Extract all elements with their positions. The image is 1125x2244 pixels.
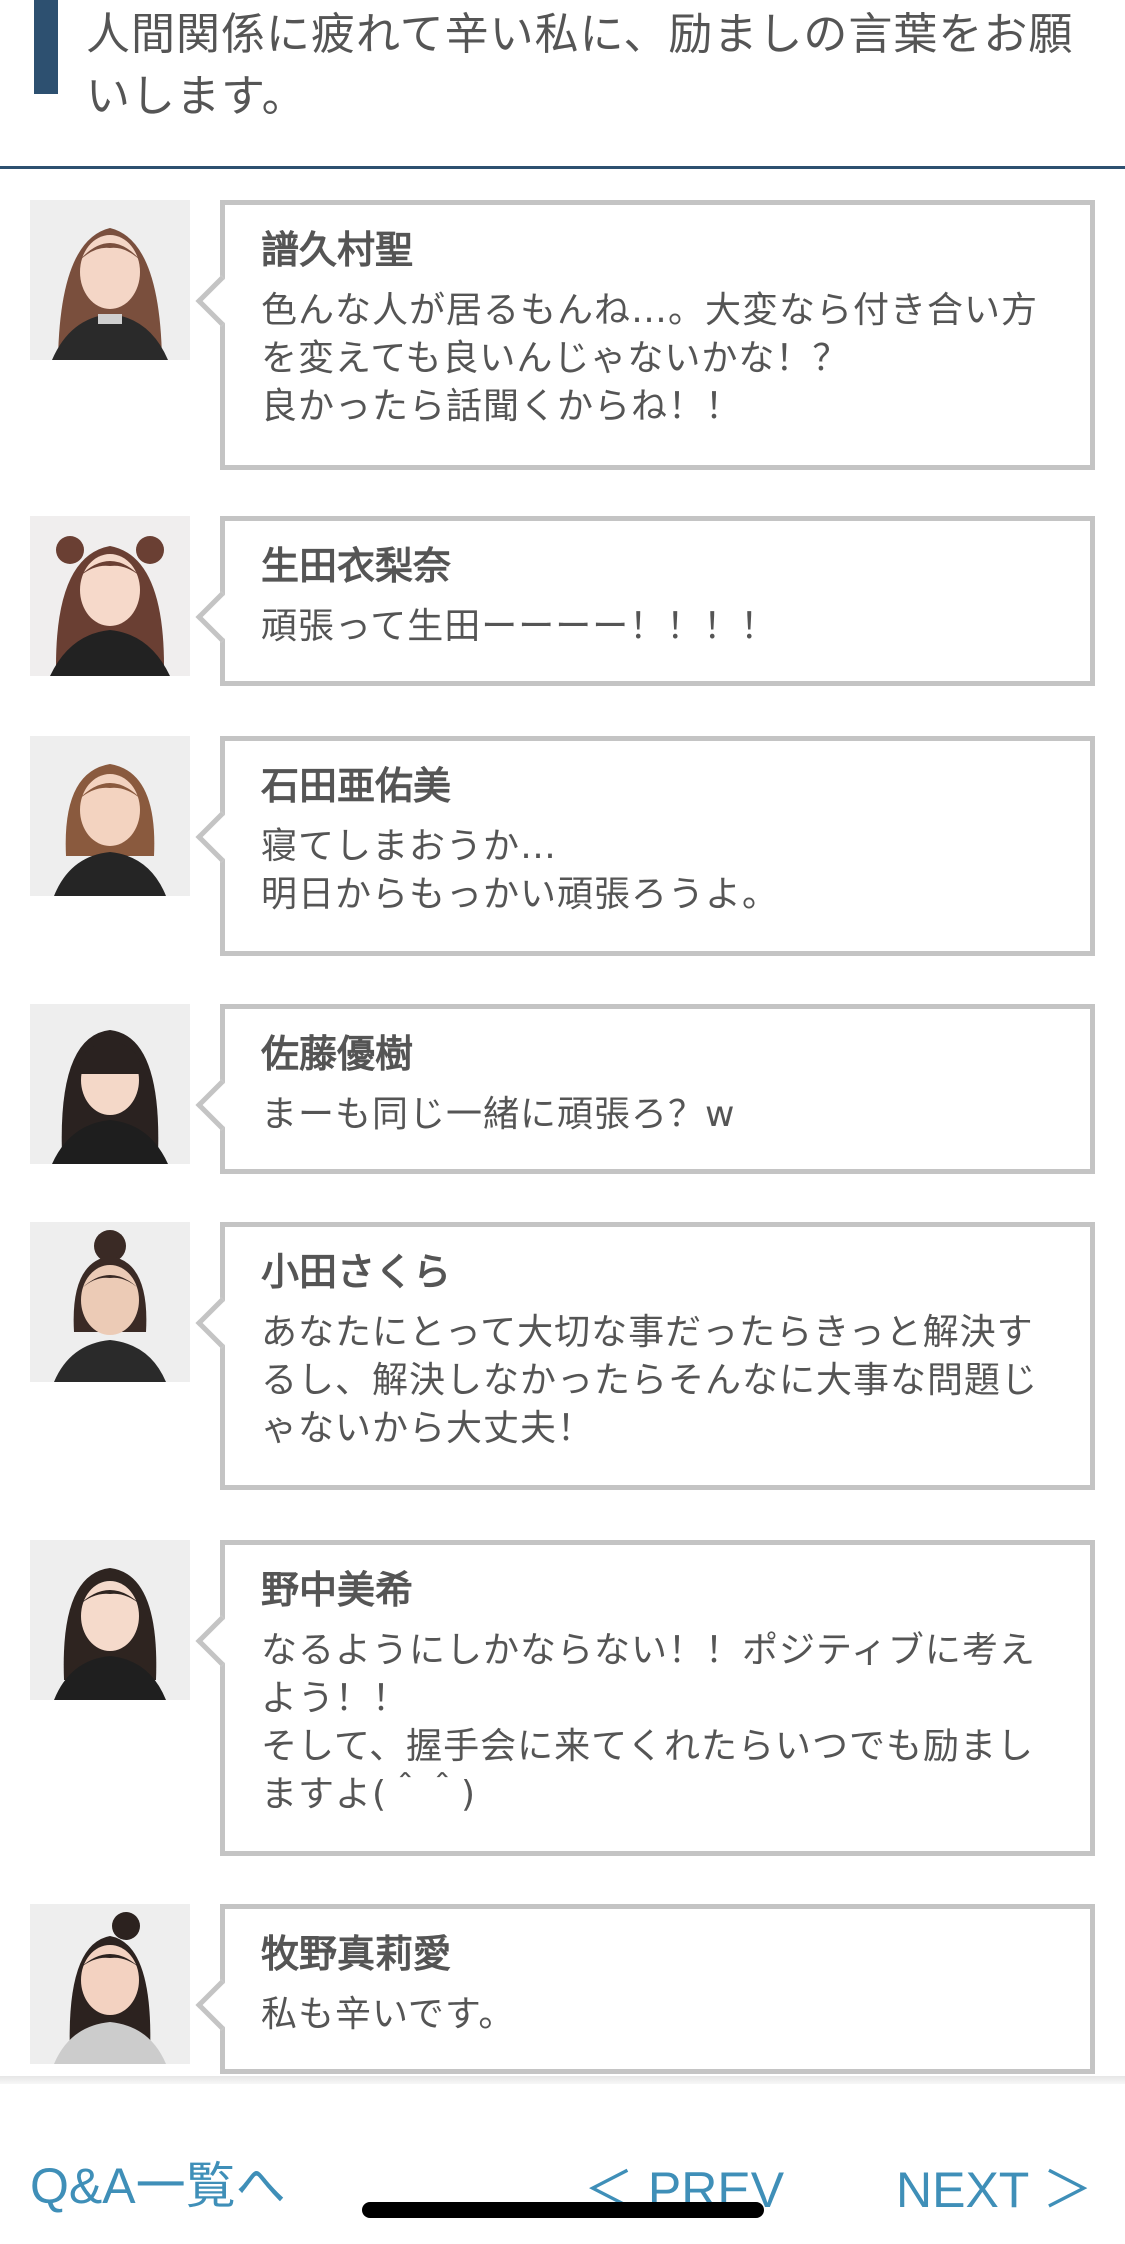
answer-bubble: 牧野真莉愛 私も辛いです。 bbox=[195, 1904, 1095, 2074]
answer-bubble: 石田亜佑美 寝てしまおうか… 明日からもっかい頑張ろうよ。 bbox=[195, 736, 1095, 956]
member-name: 石田亜佑美 bbox=[261, 764, 452, 808]
bubble-tail bbox=[195, 275, 247, 327]
bubble-tail bbox=[195, 591, 247, 643]
page-header: 人間関係に疲れて辛い私に、励ましの言葉をお願いします。 bbox=[0, 0, 1125, 170]
answer-text: 私も辛いです。 bbox=[261, 1994, 516, 2035]
member-avatar bbox=[30, 736, 190, 896]
header-divider bbox=[0, 166, 1125, 169]
member-avatar bbox=[30, 516, 190, 676]
answer-bubble: 小田さくら あなたにとって大切な事だったらきっと解決するし、解決しなかったらそん… bbox=[195, 1222, 1095, 1490]
answer-bubble: 野中美希 なるようにしかならない！！ポジティブに考えよう！！ そして、握手会に来… bbox=[195, 1540, 1095, 1856]
answer-text: 色んな人が居るもんね…。大変なら付き合い方を変えても良いんじゃないかな！？ 良か… bbox=[261, 290, 1039, 427]
question-title: 人間関係に疲れて辛い私に、励ましの言葉をお願いします。 bbox=[86, 9, 1074, 122]
bubble-tail bbox=[195, 1297, 247, 1349]
answer-bubble: 譜久村聖 色んな人が居るもんね…。大変なら付き合い方を変えても良いんじゃないかな… bbox=[195, 200, 1095, 470]
member-name: 野中美希 bbox=[261, 1568, 414, 1612]
answer-text: なるようにしかならない！！ポジティブに考えよう！！ そして、握手会に来てくれたら… bbox=[261, 1630, 1036, 1815]
member-avatar bbox=[30, 1540, 190, 1700]
bubble-tail bbox=[195, 1979, 247, 2031]
member-avatar bbox=[30, 1904, 190, 2064]
next-link[interactable]: NEXT ＞ bbox=[896, 2150, 1092, 2222]
home-indicator[interactable] bbox=[362, 2202, 764, 2218]
member-name: 牧野真莉愛 bbox=[261, 1932, 452, 1976]
member-name: 生田衣梨奈 bbox=[261, 544, 452, 588]
answer-bubble: 生田衣梨奈 頑張って生田ーーーー！！！！ bbox=[195, 516, 1095, 686]
answer-bubble: 佐藤優樹 まーも同じ一緒に頑張ろ？w bbox=[195, 1004, 1095, 1174]
member-avatar bbox=[30, 1004, 190, 1164]
answer-text: まーも同じ一緒に頑張ろ？w bbox=[261, 1094, 736, 1135]
answer-text: 頑張って生田ーーーー！！！！ bbox=[261, 606, 778, 647]
bubble-tail bbox=[195, 1079, 247, 1131]
header-accent-bar bbox=[34, 0, 58, 94]
pagination-footer: Q&A一覧へ ＜ PREV NEXT ＞ bbox=[0, 2084, 1125, 2244]
bubble-tail bbox=[195, 1615, 247, 1667]
member-avatar bbox=[30, 1222, 190, 1382]
member-name: 譜久村聖 bbox=[261, 228, 414, 272]
answer-text: あなたにとって大切な事だったらきっと解決するし、解決しなかったらそんなに大事な問… bbox=[261, 1312, 1039, 1449]
qa-list-link[interactable]: Q&A一覧へ bbox=[30, 2146, 286, 2218]
bubble-tail bbox=[195, 811, 247, 863]
member-avatar bbox=[30, 200, 190, 360]
member-name: 小田さくら bbox=[261, 1250, 452, 1294]
answer-text: 寝てしまおうか… 明日からもっかい頑張ろうよ。 bbox=[261, 826, 780, 915]
member-name: 佐藤優樹 bbox=[261, 1032, 414, 1076]
